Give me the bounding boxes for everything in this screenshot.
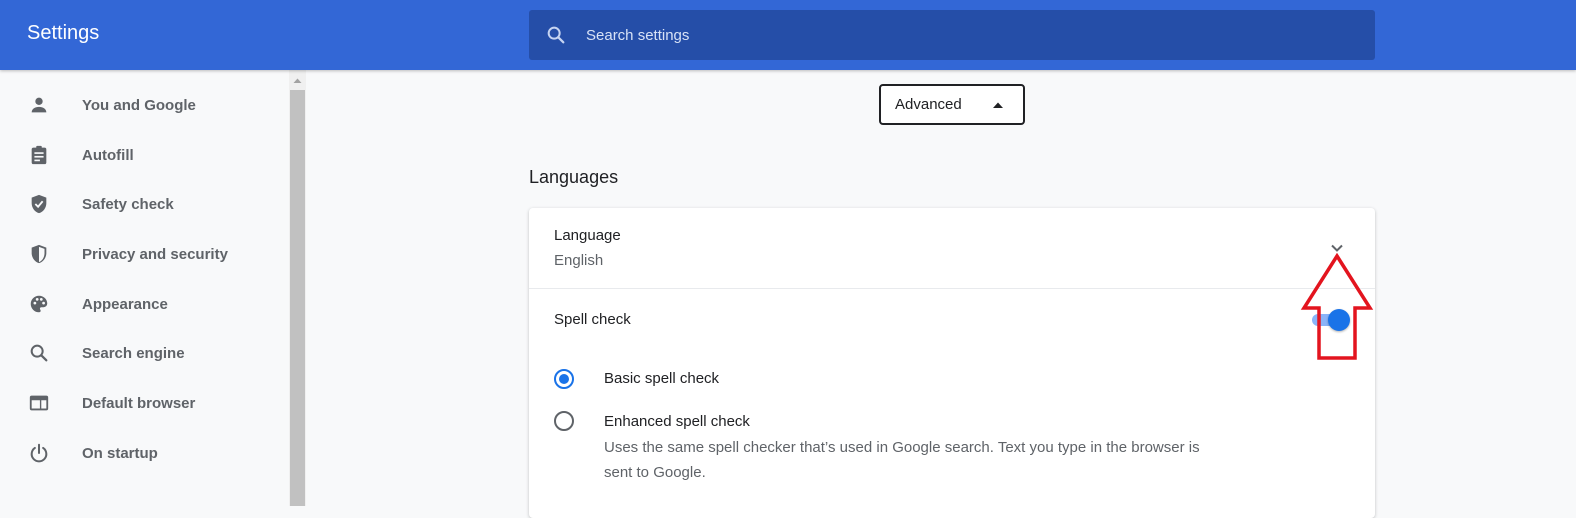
sidebar-item-privacy-and-security[interactable]: Privacy and security	[0, 230, 289, 278]
sidebar-item-label: Safety check	[82, 195, 174, 213]
sidebar-item-appearance[interactable]: Appearance	[0, 280, 289, 328]
chevron-down-icon[interactable]	[1325, 236, 1349, 260]
scroll-up-arrow-icon[interactable]	[289, 72, 306, 89]
enhanced-spell-check-description: Uses the same spell checker that’s used …	[604, 439, 1200, 481]
section-title-languages: Languages	[529, 167, 619, 187]
search-icon	[547, 26, 565, 44]
browser-window-icon	[28, 392, 50, 414]
advanced-toggle-button[interactable]: Advanced	[879, 84, 1025, 125]
caret-up-icon	[993, 102, 1003, 108]
person-icon	[28, 94, 50, 116]
search-box[interactable]	[529, 10, 1375, 60]
shield-check-icon	[28, 193, 50, 215]
sidebar-item-you-and-google[interactable]: You and Google	[0, 81, 289, 129]
sidebar-item-search-engine[interactable]: Search engine	[0, 329, 289, 377]
power-icon	[28, 442, 50, 464]
spell-check-label: Spell check	[554, 311, 631, 328]
divider	[529, 288, 1375, 289]
sidebar-item-default-browser[interactable]: Default browser	[0, 379, 289, 427]
search-icon	[28, 342, 50, 364]
language-label: Language	[554, 227, 621, 244]
sidebar-item-label: Search engine	[82, 344, 185, 362]
clipboard-icon	[28, 144, 50, 166]
advanced-button-label: Advanced	[895, 96, 962, 113]
languages-card: Language English Spell check Basic spell…	[529, 208, 1375, 518]
sidebar-item-on-startup[interactable]: On startup	[0, 429, 289, 477]
sidebar-item-label: You and Google	[82, 96, 196, 114]
search-input[interactable]	[586, 10, 1346, 60]
radio-enhanced-spell-check[interactable]	[554, 411, 574, 431]
sidebar-item-label: Privacy and security	[82, 245, 228, 263]
sidebar-item-label: Default browser	[82, 394, 196, 412]
header-bar: Settings	[0, 0, 1576, 70]
sidebar-item-autofill[interactable]: Autofill	[0, 131, 289, 179]
sidebar-item-label: On startup	[82, 444, 158, 462]
basic-spell-check-label: Basic spell check	[604, 370, 720, 387]
toggle-knob	[1328, 309, 1350, 331]
app-title: Settings	[27, 22, 100, 44]
sidebar-item-label: Appearance	[82, 295, 168, 313]
enhanced-spell-check-label: Enhanced spell check	[604, 413, 750, 430]
language-value: English	[554, 252, 604, 269]
sidebar: You and Google Autofill Safety check Pri…	[0, 70, 289, 506]
shield-half-icon	[28, 243, 50, 265]
palette-icon	[28, 293, 50, 315]
radio-basic-spell-check[interactable]	[554, 369, 574, 389]
sidebar-item-safety-check[interactable]: Safety check	[0, 180, 289, 228]
spell-check-toggle[interactable]	[1310, 308, 1350, 332]
sidebar-item-label: Autofill	[82, 146, 134, 164]
scrollbar-thumb[interactable]	[290, 90, 305, 506]
